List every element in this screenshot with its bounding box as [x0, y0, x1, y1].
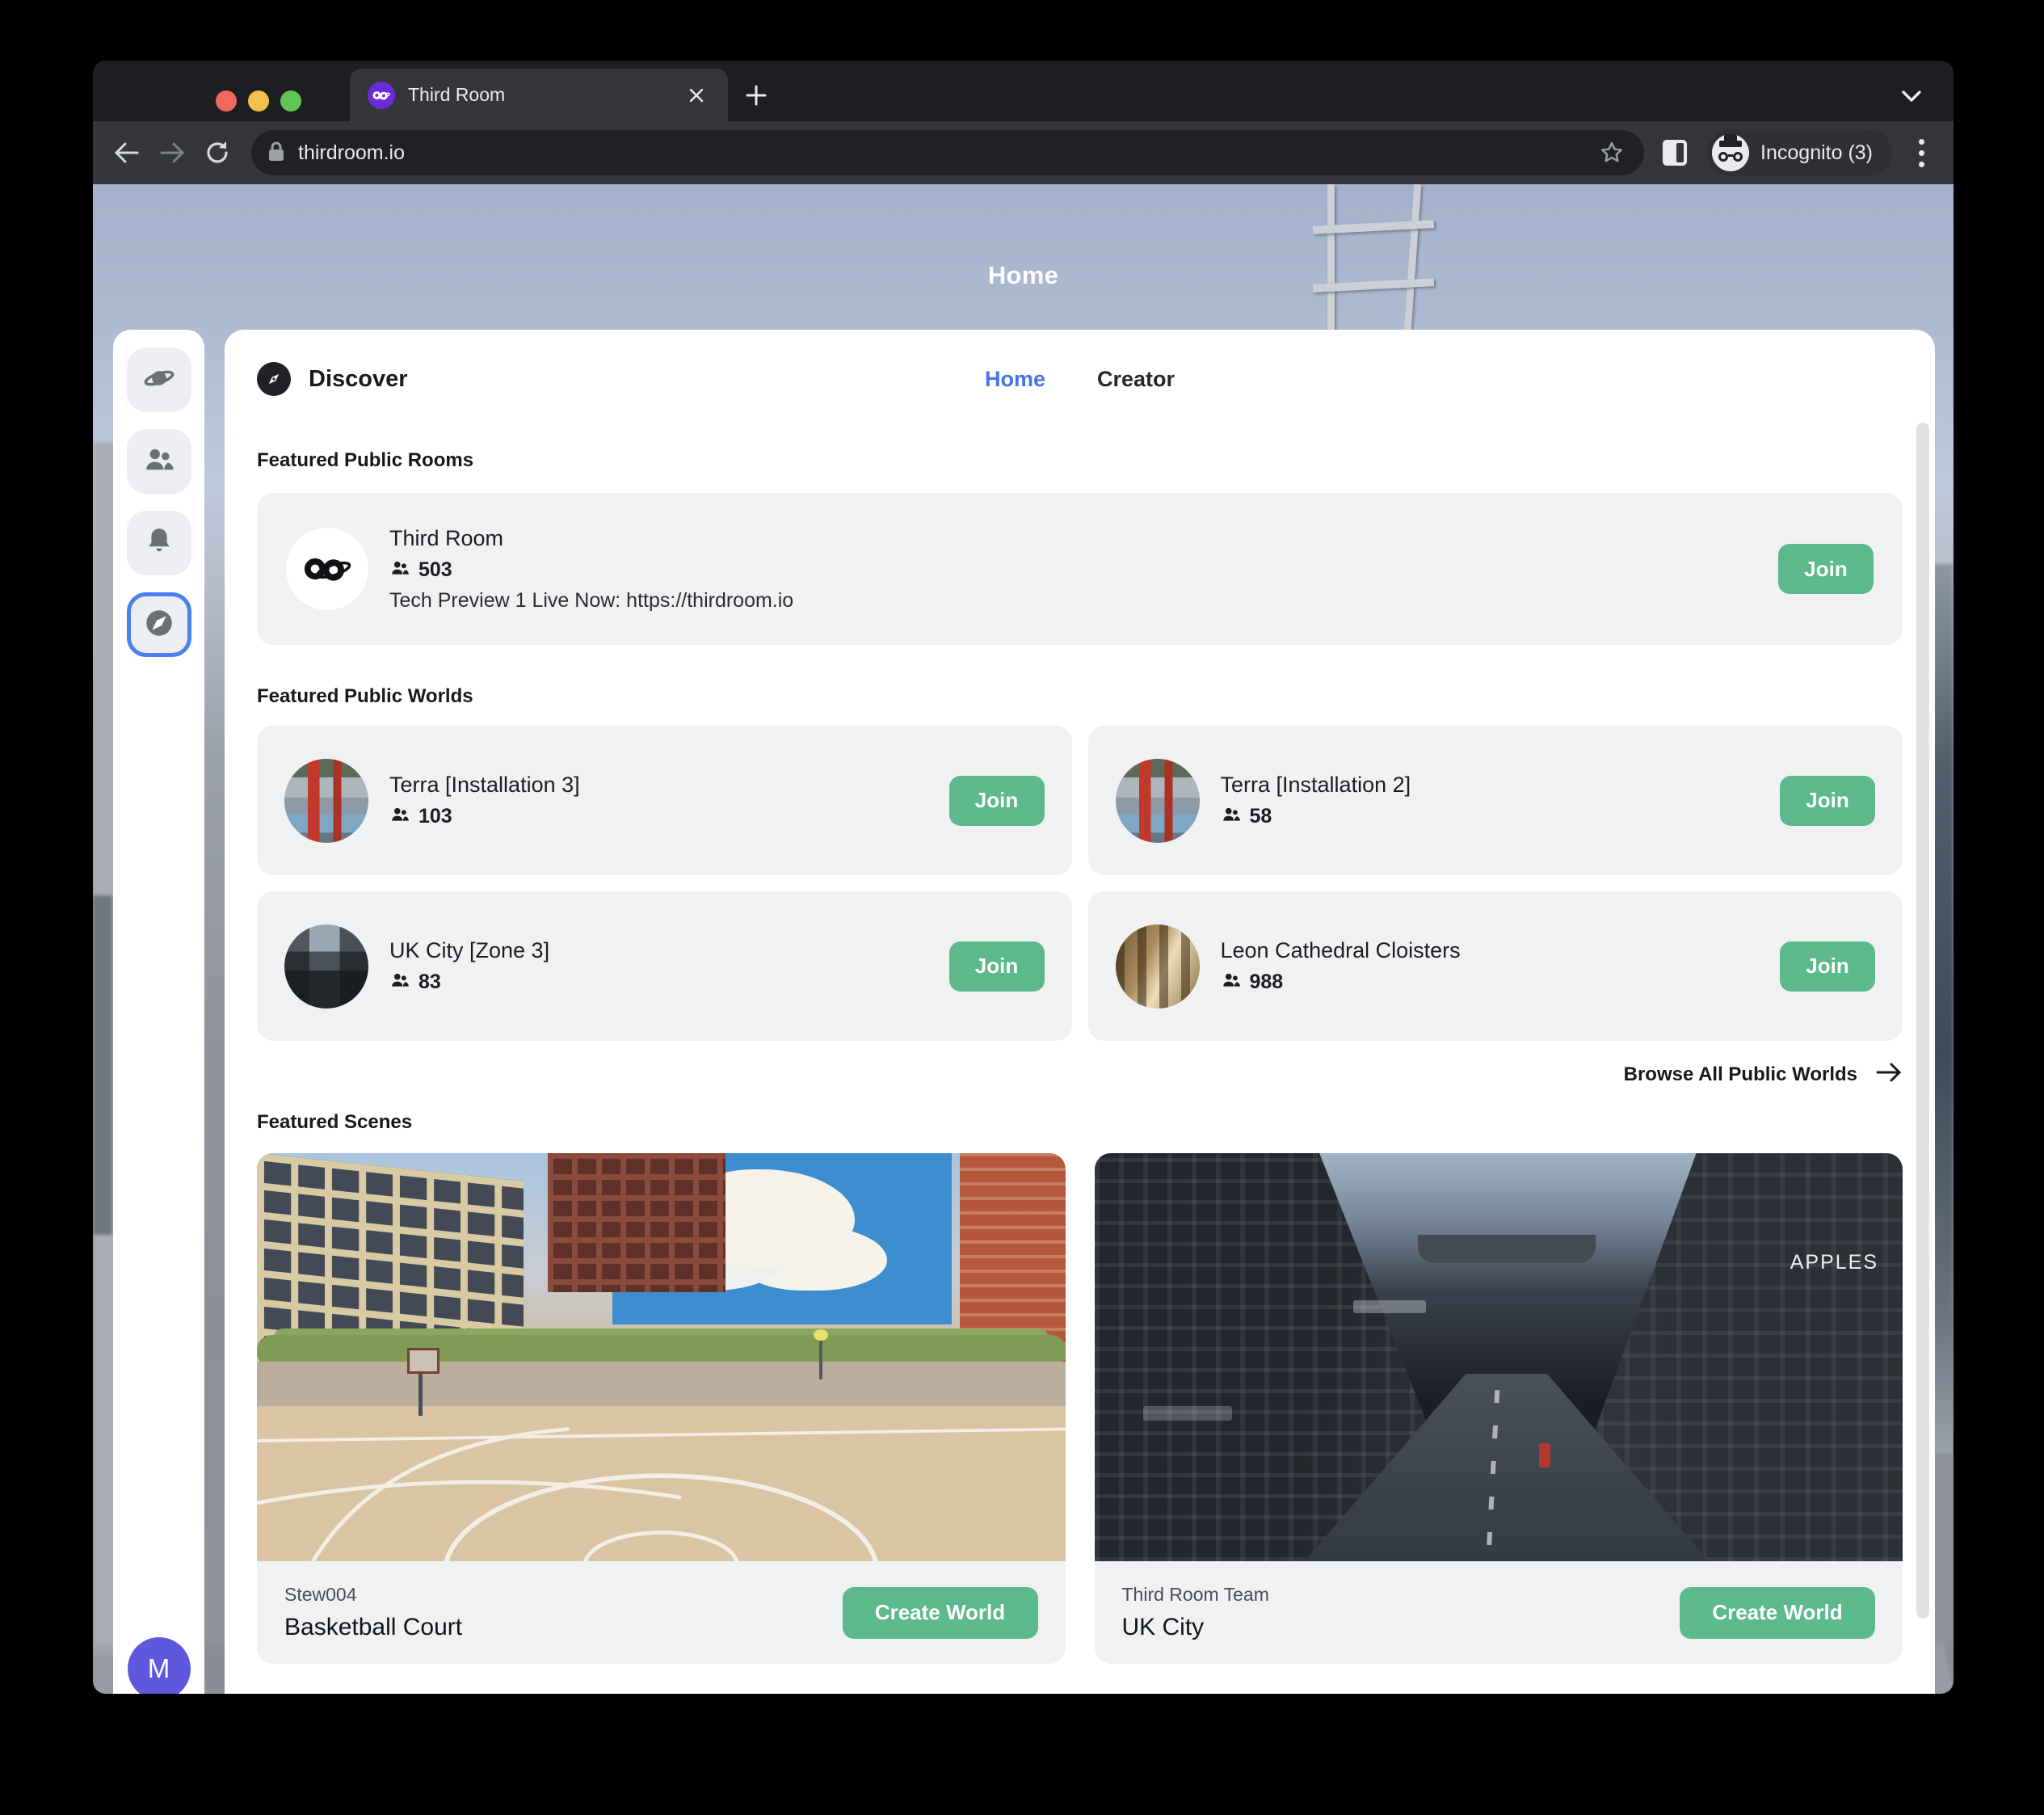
- browser-window: Third Room thirdroom.io: [93, 61, 1954, 1694]
- minimize-window-button[interactable]: [248, 91, 269, 112]
- url-text: thirdroom.io: [298, 141, 1583, 165]
- room-member-count: 503: [418, 558, 452, 582]
- side-panel-icon[interactable]: [1657, 135, 1693, 171]
- room-card: Third Room 503 Tech Preview 1 Live Now: …: [257, 493, 1903, 645]
- forward-icon[interactable]: [149, 130, 195, 175]
- discover-tabs: Home Creator: [985, 367, 1175, 392]
- third-room-logo: [286, 528, 368, 610]
- scene-name: UK City: [1122, 1614, 1269, 1641]
- url-bar[interactable]: thirdroom.io: [251, 130, 1644, 175]
- tab-strip: Third Room: [93, 61, 1954, 121]
- world-avatar: [1116, 759, 1200, 843]
- planet-icon: [142, 361, 176, 399]
- create-world-button[interactable]: Create World: [843, 1587, 1038, 1639]
- tab-home[interactable]: Home: [985, 367, 1045, 392]
- tab-title: Third Room: [408, 84, 670, 106]
- world-card: Leon Cathedral Cloisters 988 Join: [1088, 891, 1903, 1041]
- browse-all-public-worlds-link[interactable]: Browse All Public Worlds: [257, 1062, 1903, 1087]
- panel-scrollbar-thumb[interactable]: [1916, 423, 1929, 1619]
- tab-third-room[interactable]: Third Room: [350, 69, 728, 121]
- incognito-label: Incognito (3): [1760, 141, 1873, 165]
- compass-icon: [142, 606, 176, 644]
- world-name: Terra [Installation 3]: [389, 773, 580, 798]
- world-member-count: 58: [1250, 805, 1272, 828]
- join-world-button[interactable]: Join: [1780, 941, 1875, 992]
- world-member-count: 83: [418, 971, 441, 994]
- scene-name: Basketball Court: [284, 1614, 462, 1641]
- incognito-badge[interactable]: Incognito (3): [1707, 129, 1892, 176]
- background-3d-structure: [93, 895, 112, 1235]
- sidebar-item-people[interactable]: [127, 429, 191, 494]
- scene-preview-uk-city: APPLES: [1095, 1153, 1903, 1561]
- bell-icon: [142, 524, 176, 562]
- close-tab-icon[interactable]: [683, 82, 710, 109]
- world-member-count: 103: [418, 805, 452, 828]
- new-tab-icon[interactable]: [739, 78, 773, 112]
- world-member-count: 988: [1250, 971, 1284, 994]
- featured-public-rooms-heading: Featured Public Rooms: [257, 449, 1903, 472]
- background-3d-bus: [1933, 564, 1954, 1453]
- sidebar-item-planet[interactable]: [127, 347, 191, 412]
- incognito-icon: [1712, 134, 1749, 171]
- create-world-button[interactable]: Create World: [1680, 1587, 1875, 1639]
- scene-card-uk-city: APPLES Third Room Team UK City Create Wo…: [1095, 1153, 1903, 1664]
- world-avatar: [1116, 924, 1200, 1009]
- world-card: Terra [Installation 2] 58 Join: [1088, 726, 1903, 875]
- world-name: UK City [Zone 3]: [389, 938, 549, 963]
- bookmark-star-icon[interactable]: [1596, 137, 1628, 169]
- user-avatar[interactable]: M: [128, 1637, 191, 1694]
- page-title: Home: [93, 261, 1954, 290]
- world-avatar: [284, 924, 368, 1009]
- zoom-window-button[interactable]: [280, 91, 301, 112]
- join-world-button[interactable]: Join: [949, 776, 1045, 826]
- room-description: Tech Preview 1 Live Now: https://thirdro…: [389, 589, 793, 613]
- scene-author: Third Room Team: [1122, 1584, 1269, 1606]
- scene-card-basketball-court: Stew004 Basketball Court Create World: [257, 1153, 1066, 1664]
- people-icon: [142, 443, 176, 481]
- sidebar: M: [113, 330, 204, 1694]
- join-world-button[interactable]: Join: [1780, 776, 1875, 826]
- scene-preview-basketball-court: [257, 1153, 1066, 1561]
- back-icon[interactable]: [104, 130, 149, 175]
- scenes-grid: Stew004 Basketball Court Create World: [257, 1153, 1903, 1664]
- worlds-grid: Terra [Installation 3] 103 Join Terra [I…: [257, 726, 1903, 1041]
- world-avatar: [284, 759, 368, 843]
- world-name: Terra [Installation 2]: [1221, 773, 1411, 798]
- tab-search-chevron-icon[interactable]: [1894, 80, 1929, 112]
- members-icon: [389, 970, 410, 995]
- discover-header: Discover Home Creator: [257, 362, 1903, 396]
- discover-title: Discover: [309, 366, 408, 393]
- browser-toolbar: thirdroom.io Incognito (3): [93, 121, 1954, 184]
- world-card: Terra [Installation 3] 103 Join: [257, 726, 1072, 875]
- join-world-button[interactable]: Join: [949, 941, 1045, 992]
- members-icon: [1221, 804, 1242, 829]
- world-name: Leon Cathedral Cloisters: [1221, 938, 1461, 963]
- scene-footer: Third Room Team UK City Create World: [1095, 1561, 1903, 1664]
- arrow-right-icon: [1875, 1062, 1903, 1087]
- sidebar-item-discover[interactable]: [127, 592, 191, 657]
- members-icon: [389, 804, 410, 829]
- sidebar-item-notifications[interactable]: [127, 511, 191, 575]
- apples-sign-text: APPLES: [1790, 1251, 1878, 1274]
- scene-author: Stew004: [284, 1584, 462, 1606]
- featured-public-worlds-heading: Featured Public Worlds: [257, 685, 1903, 708]
- tab-creator[interactable]: Creator: [1097, 367, 1175, 392]
- members-icon: [1221, 970, 1242, 995]
- discover-panel: Discover Home Creator Featured Public Ro…: [225, 330, 1935, 1694]
- third-room-favicon: [368, 82, 395, 109]
- members-icon: [389, 558, 410, 583]
- featured-scenes-heading: Featured Scenes: [257, 1111, 1903, 1134]
- reload-icon[interactable]: [195, 130, 240, 175]
- scene-footer: Stew004 Basketball Court Create World: [257, 1561, 1066, 1664]
- browser-menu-icon[interactable]: [1905, 135, 1937, 171]
- room-name: Third Room: [389, 526, 793, 551]
- world-card: UK City [Zone 3] 83 Join: [257, 891, 1072, 1041]
- lock-icon: [267, 140, 285, 166]
- discover-compass-icon: [257, 362, 291, 396]
- browse-all-label: Browse All Public Worlds: [1624, 1063, 1857, 1086]
- join-room-button[interactable]: Join: [1778, 544, 1874, 594]
- close-window-button[interactable]: [216, 91, 237, 112]
- page-background: Home M: [93, 184, 1954, 1694]
